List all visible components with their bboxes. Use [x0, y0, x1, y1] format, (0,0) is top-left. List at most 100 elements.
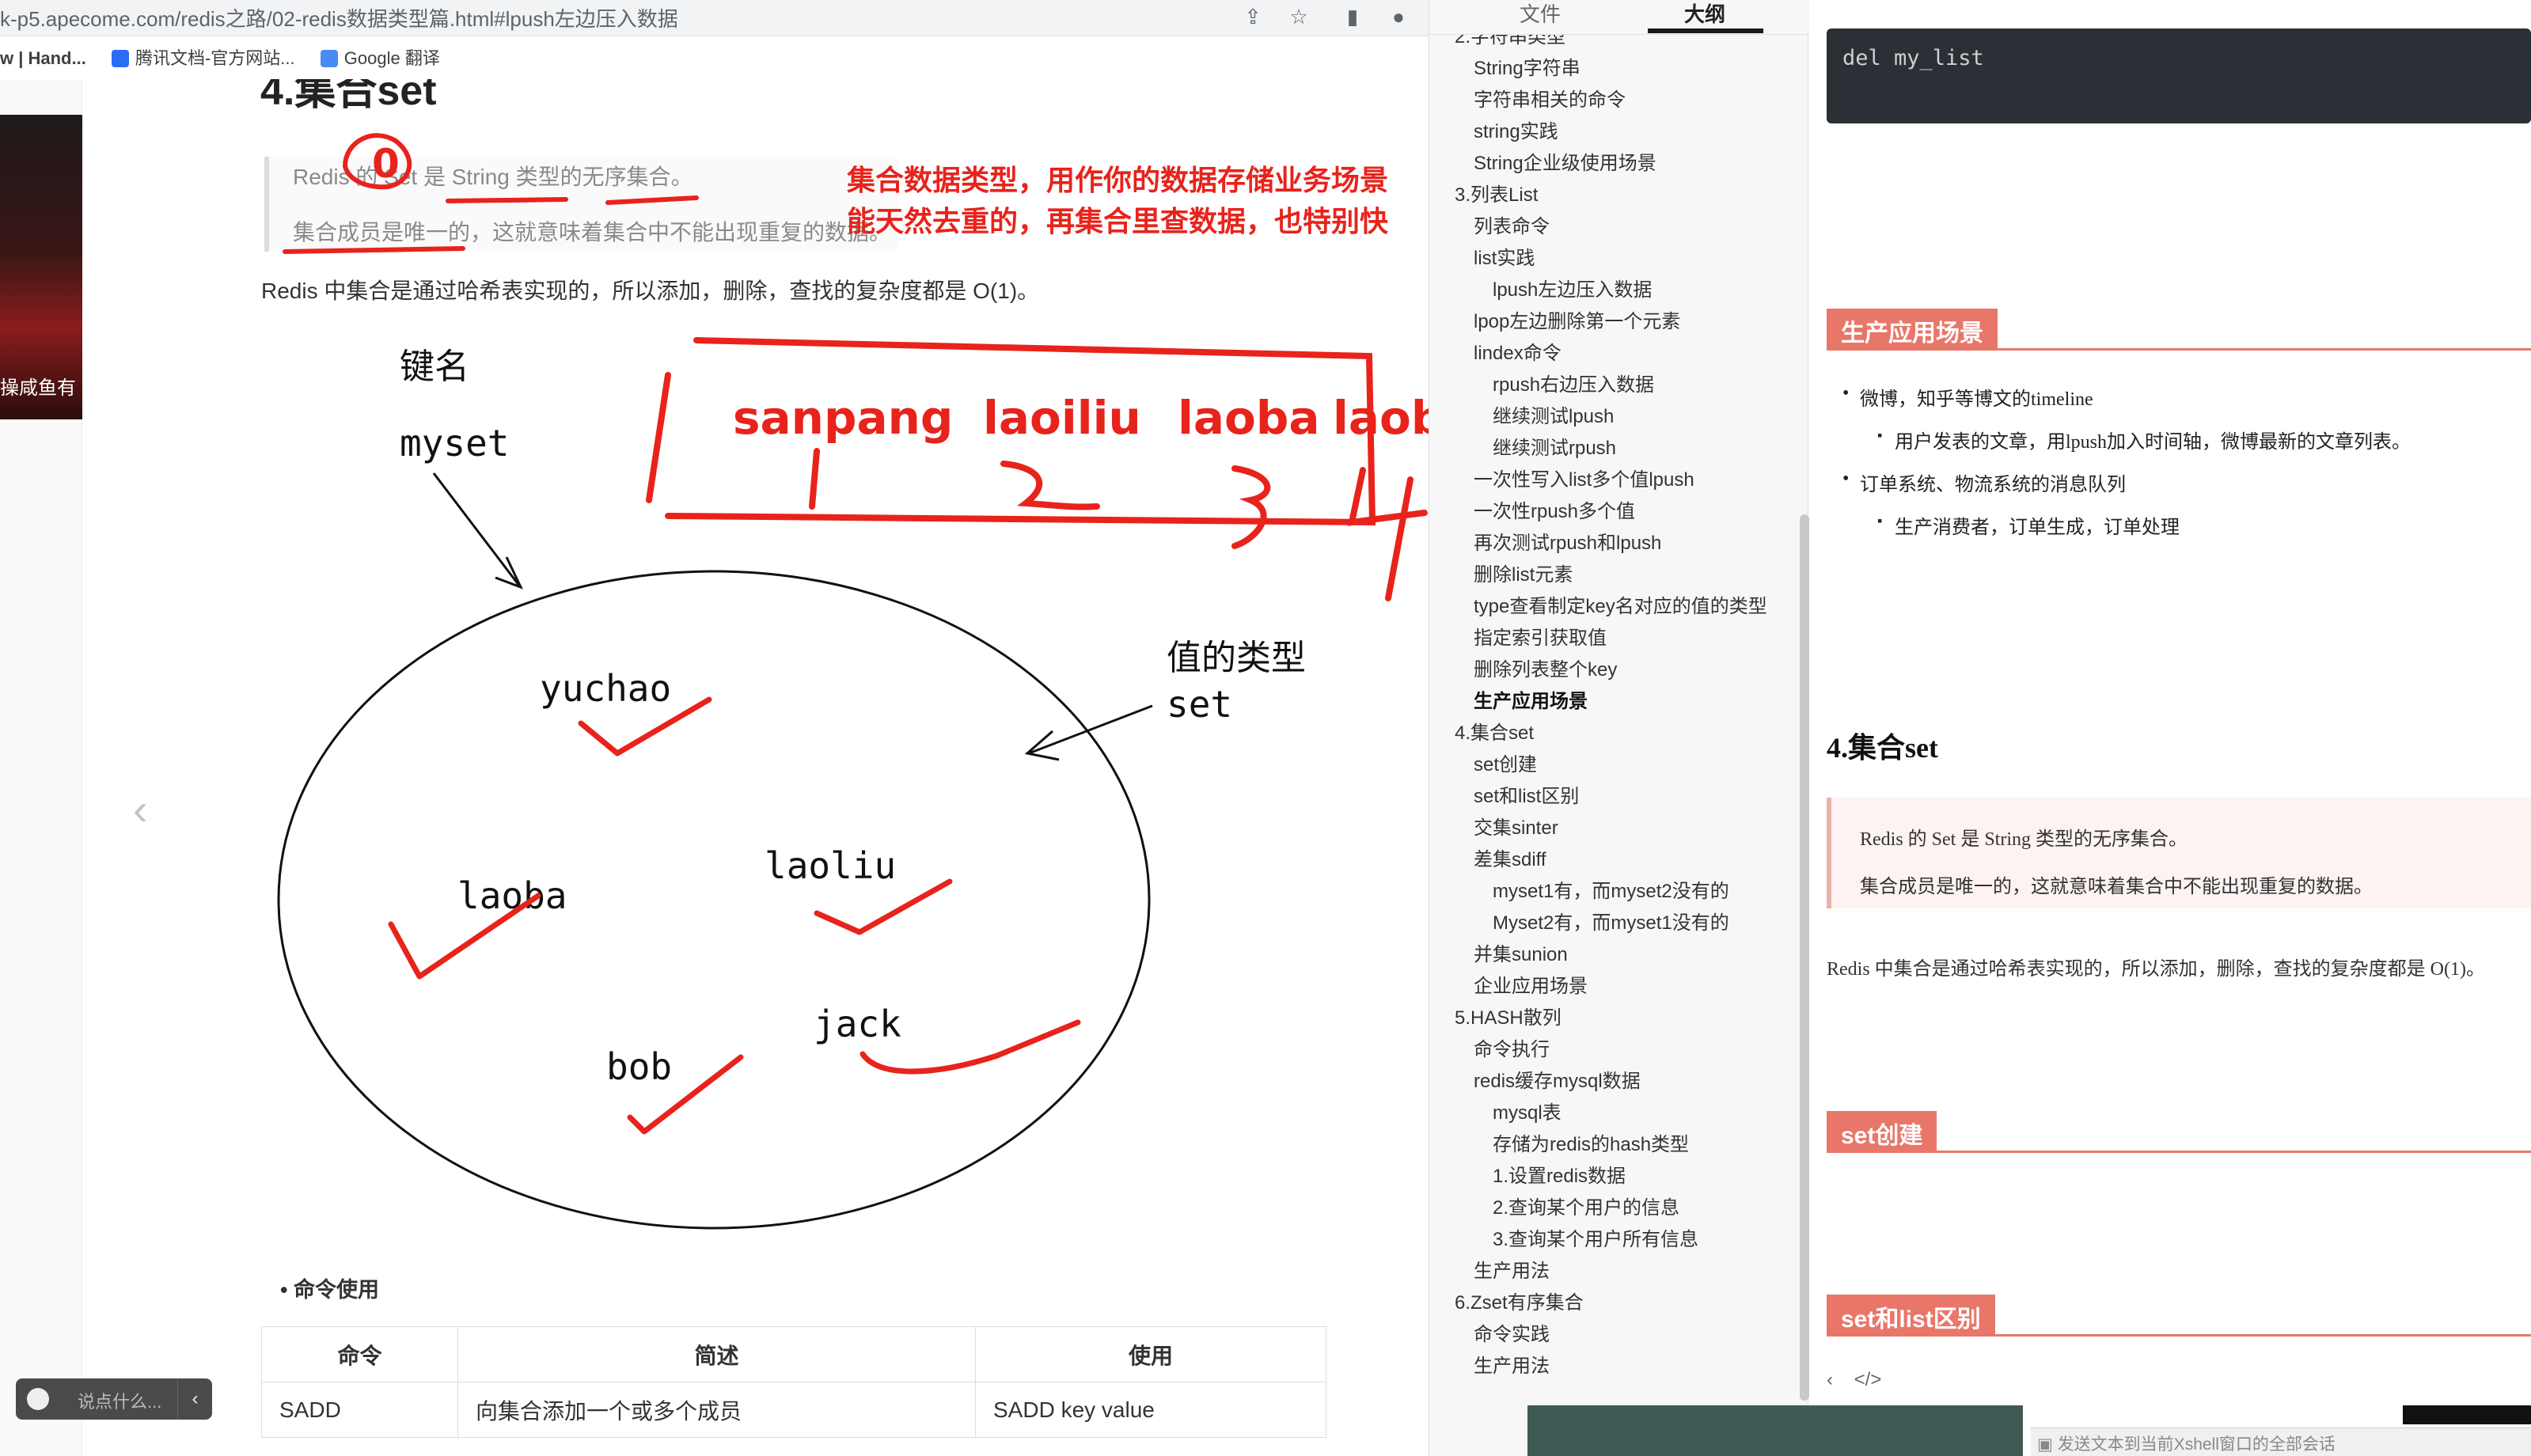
- active-tab-indicator: [1648, 28, 1763, 33]
- outline-item[interactable]: 继续测试lpush: [1493, 400, 1614, 428]
- outline-item[interactable]: String企业级使用场景: [1474, 147, 1656, 175]
- section-heading-set-list-diff: set和list区别: [1827, 1295, 1995, 1336]
- terminal-strip: [1527, 1405, 2023, 1456]
- outline-item[interactable]: 删除list元素: [1474, 559, 1573, 586]
- outline-item[interactable]: 4.集合set: [1455, 717, 1534, 745]
- outline-item[interactable]: 一次性写入list多个值lpush: [1474, 464, 1694, 491]
- outline-item[interactable]: 再次测试rpush和lpush: [1474, 527, 1661, 555]
- outline-item[interactable]: string实践: [1474, 116, 1558, 143]
- left-sidebar: 操咸鱼有: [0, 79, 82, 1456]
- annotation-line: 集合数据类型，用作你的数据存储业务场景: [847, 164, 1389, 196]
- bookmark-star-icon[interactable]: ☆: [1287, 5, 1311, 28]
- collapse-chevron-icon[interactable]: ‹: [177, 1378, 212, 1420]
- command-table: 命令 简述 使用 SADD 向集合添加一个或多个成员 SADD key valu…: [261, 1326, 1326, 1438]
- outline-item[interactable]: 字符串相关的命令: [1474, 84, 1626, 112]
- outline-item[interactable]: 删除列表整个key: [1474, 654, 1617, 681]
- outline-item[interactable]: 6.Zset有序集合: [1455, 1287, 1584, 1314]
- quote-line: 集合成员是唯一的，这就意味着集合中不能出现重复的数据。: [1860, 877, 2373, 897]
- outline-item[interactable]: 命令执行: [1474, 1033, 1550, 1061]
- share-icon[interactable]: ⇪: [1241, 5, 1265, 28]
- bullet-sub-item: 生产消费者，订单生成，订单处理: [1877, 511, 2180, 539]
- table-header-row: 命令 简述 使用: [261, 1326, 1326, 1382]
- doc-heading: 4.集合set: [1827, 732, 1938, 764]
- outline-item[interactable]: Myset2有，而myset1没有的: [1493, 907, 1729, 935]
- outline-item[interactable]: 3.列表List: [1455, 179, 1538, 207]
- outline-item[interactable]: mysql表: [1493, 1097, 1561, 1124]
- outline-item[interactable]: set创建: [1474, 749, 1537, 776]
- profile-icon[interactable]: ●: [1387, 5, 1410, 28]
- outline-item[interactable]: myset1有，而myset2没有的: [1493, 875, 1729, 903]
- outline-item[interactable]: 存储为redis的hash类型: [1493, 1128, 1689, 1156]
- chat-input[interactable]: 说点什么... ‹: [16, 1378, 212, 1420]
- xshell-send-bar[interactable]: ▣ 发送文本到当前Xshell窗口的全部会话: [2031, 1428, 2531, 1456]
- outline-item[interactable]: redis缓存mysql数据: [1474, 1065, 1641, 1093]
- outline-item[interactable]: 2.字符串类型: [1455, 35, 1565, 48]
- section-heading-production: 生产应用场景: [1827, 309, 1998, 350]
- table-header: 简述: [457, 1326, 976, 1382]
- outline-item[interactable]: 生产用法: [1474, 1350, 1550, 1378]
- bookmark-item[interactable]: 腾讯文档-官方网站...: [111, 44, 295, 70]
- bookmark-item[interactable]: w | Hand...: [0, 48, 86, 69]
- side-panel-icon[interactable]: ▮: [1341, 5, 1364, 28]
- bullet-item: 微博，知乎等博文的timeline: [1842, 383, 2093, 411]
- outline-item[interactable]: 并集sunion: [1474, 938, 1568, 966]
- table-cell: 向集合添加一个或多个成员: [457, 1382, 976, 1438]
- outline-item[interactable]: list实践: [1474, 242, 1535, 270]
- browser-toolbar: k-p5.apecome.com/redis之路/02-redis数据类型篇.h…: [0, 0, 1429, 36]
- section-divider: [1827, 348, 2531, 351]
- outline-item[interactable]: 生产用法: [1474, 1255, 1550, 1283]
- outline-item[interactable]: 3.查询某个用户所有信息: [1493, 1223, 1698, 1251]
- doc-blockquote: Redis 的 Set 是 String 类型的无序集合。 集合成员是唯一的，这…: [1827, 798, 2531, 908]
- outline-item[interactable]: 命令实践: [1474, 1318, 1550, 1346]
- outline-item[interactable]: 生产应用场景: [1474, 685, 1588, 713]
- tab-outline[interactable]: 大纲: [1684, 0, 1725, 28]
- red-annotation-note: 集合数据类型，用作你的数据存储业务场景 能天然去重的，再集合里查数据，也特别快: [847, 160, 1388, 242]
- outline-panel: 文件 大纲 2.字符串类型 String字符串字符串相关的命令 string实践 St…: [1429, 0, 1809, 1456]
- outline-item[interactable]: lpop左边删除第一个元素: [1474, 305, 1680, 333]
- emoji-icon[interactable]: [27, 1388, 49, 1410]
- command-usage-title: • 命令使用: [280, 1278, 379, 1302]
- table-cell: SADD key value: [975, 1382, 1326, 1438]
- outline-item[interactable]: 5.HASH散列: [1455, 1002, 1561, 1029]
- outline-item[interactable]: 2.查询某个用户的信息: [1493, 1192, 1679, 1219]
- quote-line: Redis 的 Set 是 String 类型的无序集合。: [1860, 829, 2188, 850]
- table-header: 使用: [975, 1326, 1326, 1382]
- outline-item[interactable]: 指定索引获取值: [1474, 622, 1607, 650]
- outline-scrollbar[interactable]: [1800, 514, 1809, 1401]
- xshell-hint-text: 发送文本到当前Xshell窗口的全部会话: [2057, 1435, 2336, 1454]
- outline-item[interactable]: set和list区别: [1474, 780, 1579, 808]
- outline-item[interactable]: 继续测试rpush: [1493, 432, 1616, 460]
- document-preview: del my_list 生产应用场景 微博，知乎等博文的timeline 用户发…: [1812, 0, 2531, 1456]
- quote-line: 集合成员是唯一的，这就意味着集合中不能出现重复的数据。: [293, 220, 892, 245]
- doc-nav-icons[interactable]: ‹ </>: [1827, 1369, 1881, 1391]
- outline-tab-bar: 文件 大纲: [1429, 0, 1809, 35]
- outline-list: 2.字符串类型 String字符串字符串相关的命令 string实践 String企业…: [1429, 35, 1801, 1420]
- code-block: del my_list: [1827, 28, 2531, 123]
- outline-item[interactable]: 一次性rpush多个值: [1474, 495, 1635, 523]
- chat-placeholder: 说点什么...: [78, 1392, 162, 1412]
- outline-item[interactable]: rpush右边压入数据: [1493, 369, 1654, 396]
- outline-item[interactable]: 交集sinter: [1474, 812, 1558, 840]
- table-header: 命令: [261, 1326, 458, 1382]
- outline-item[interactable]: lindex命令: [1474, 337, 1561, 365]
- outline-item[interactable]: 差集sdiff: [1474, 844, 1546, 871]
- outline-item[interactable]: String字符串: [1474, 52, 1580, 80]
- outline-item[interactable]: 列表命令: [1474, 210, 1550, 238]
- paragraph: Redis 中集合是通过哈希表实现的，所以添加，删除，查找的复杂度都是 O(1)…: [261, 279, 1040, 303]
- bookmark-item[interactable]: Google 翻译: [320, 44, 440, 70]
- code-text: del my_list: [1842, 46, 1984, 70]
- doc-paragraph: Redis 中集合是通过哈希表实现的，所以添加，删除，查找的复杂度都是 O(1)…: [1827, 959, 2485, 980]
- outline-item[interactable]: type查看制定key名对应的值的类型: [1474, 590, 1767, 618]
- tab-file[interactable]: 文件: [1520, 0, 1561, 28]
- outline-item[interactable]: 1.设置redis数据: [1493, 1160, 1626, 1188]
- address-bar[interactable]: k-p5.apecome.com/redis之路/02-redis数据类型篇.h…: [0, 3, 678, 32]
- table-cell: SADD: [261, 1382, 458, 1438]
- section-divider: [1827, 1151, 2531, 1153]
- tencent-docs-icon: [111, 50, 129, 67]
- section-divider: [1827, 1334, 2531, 1337]
- outline-item[interactable]: 企业应用场景: [1474, 970, 1588, 998]
- video-caption: 操咸鱼有: [0, 377, 76, 399]
- article-content: 4.集合set Redis 的 Set 是 String 类型的无序集合。 集合…: [82, 79, 1428, 1456]
- outline-item[interactable]: lpush左边压入数据: [1493, 274, 1652, 301]
- quote-line: Redis 的 Set 是 String 类型的无序集合。: [293, 165, 693, 189]
